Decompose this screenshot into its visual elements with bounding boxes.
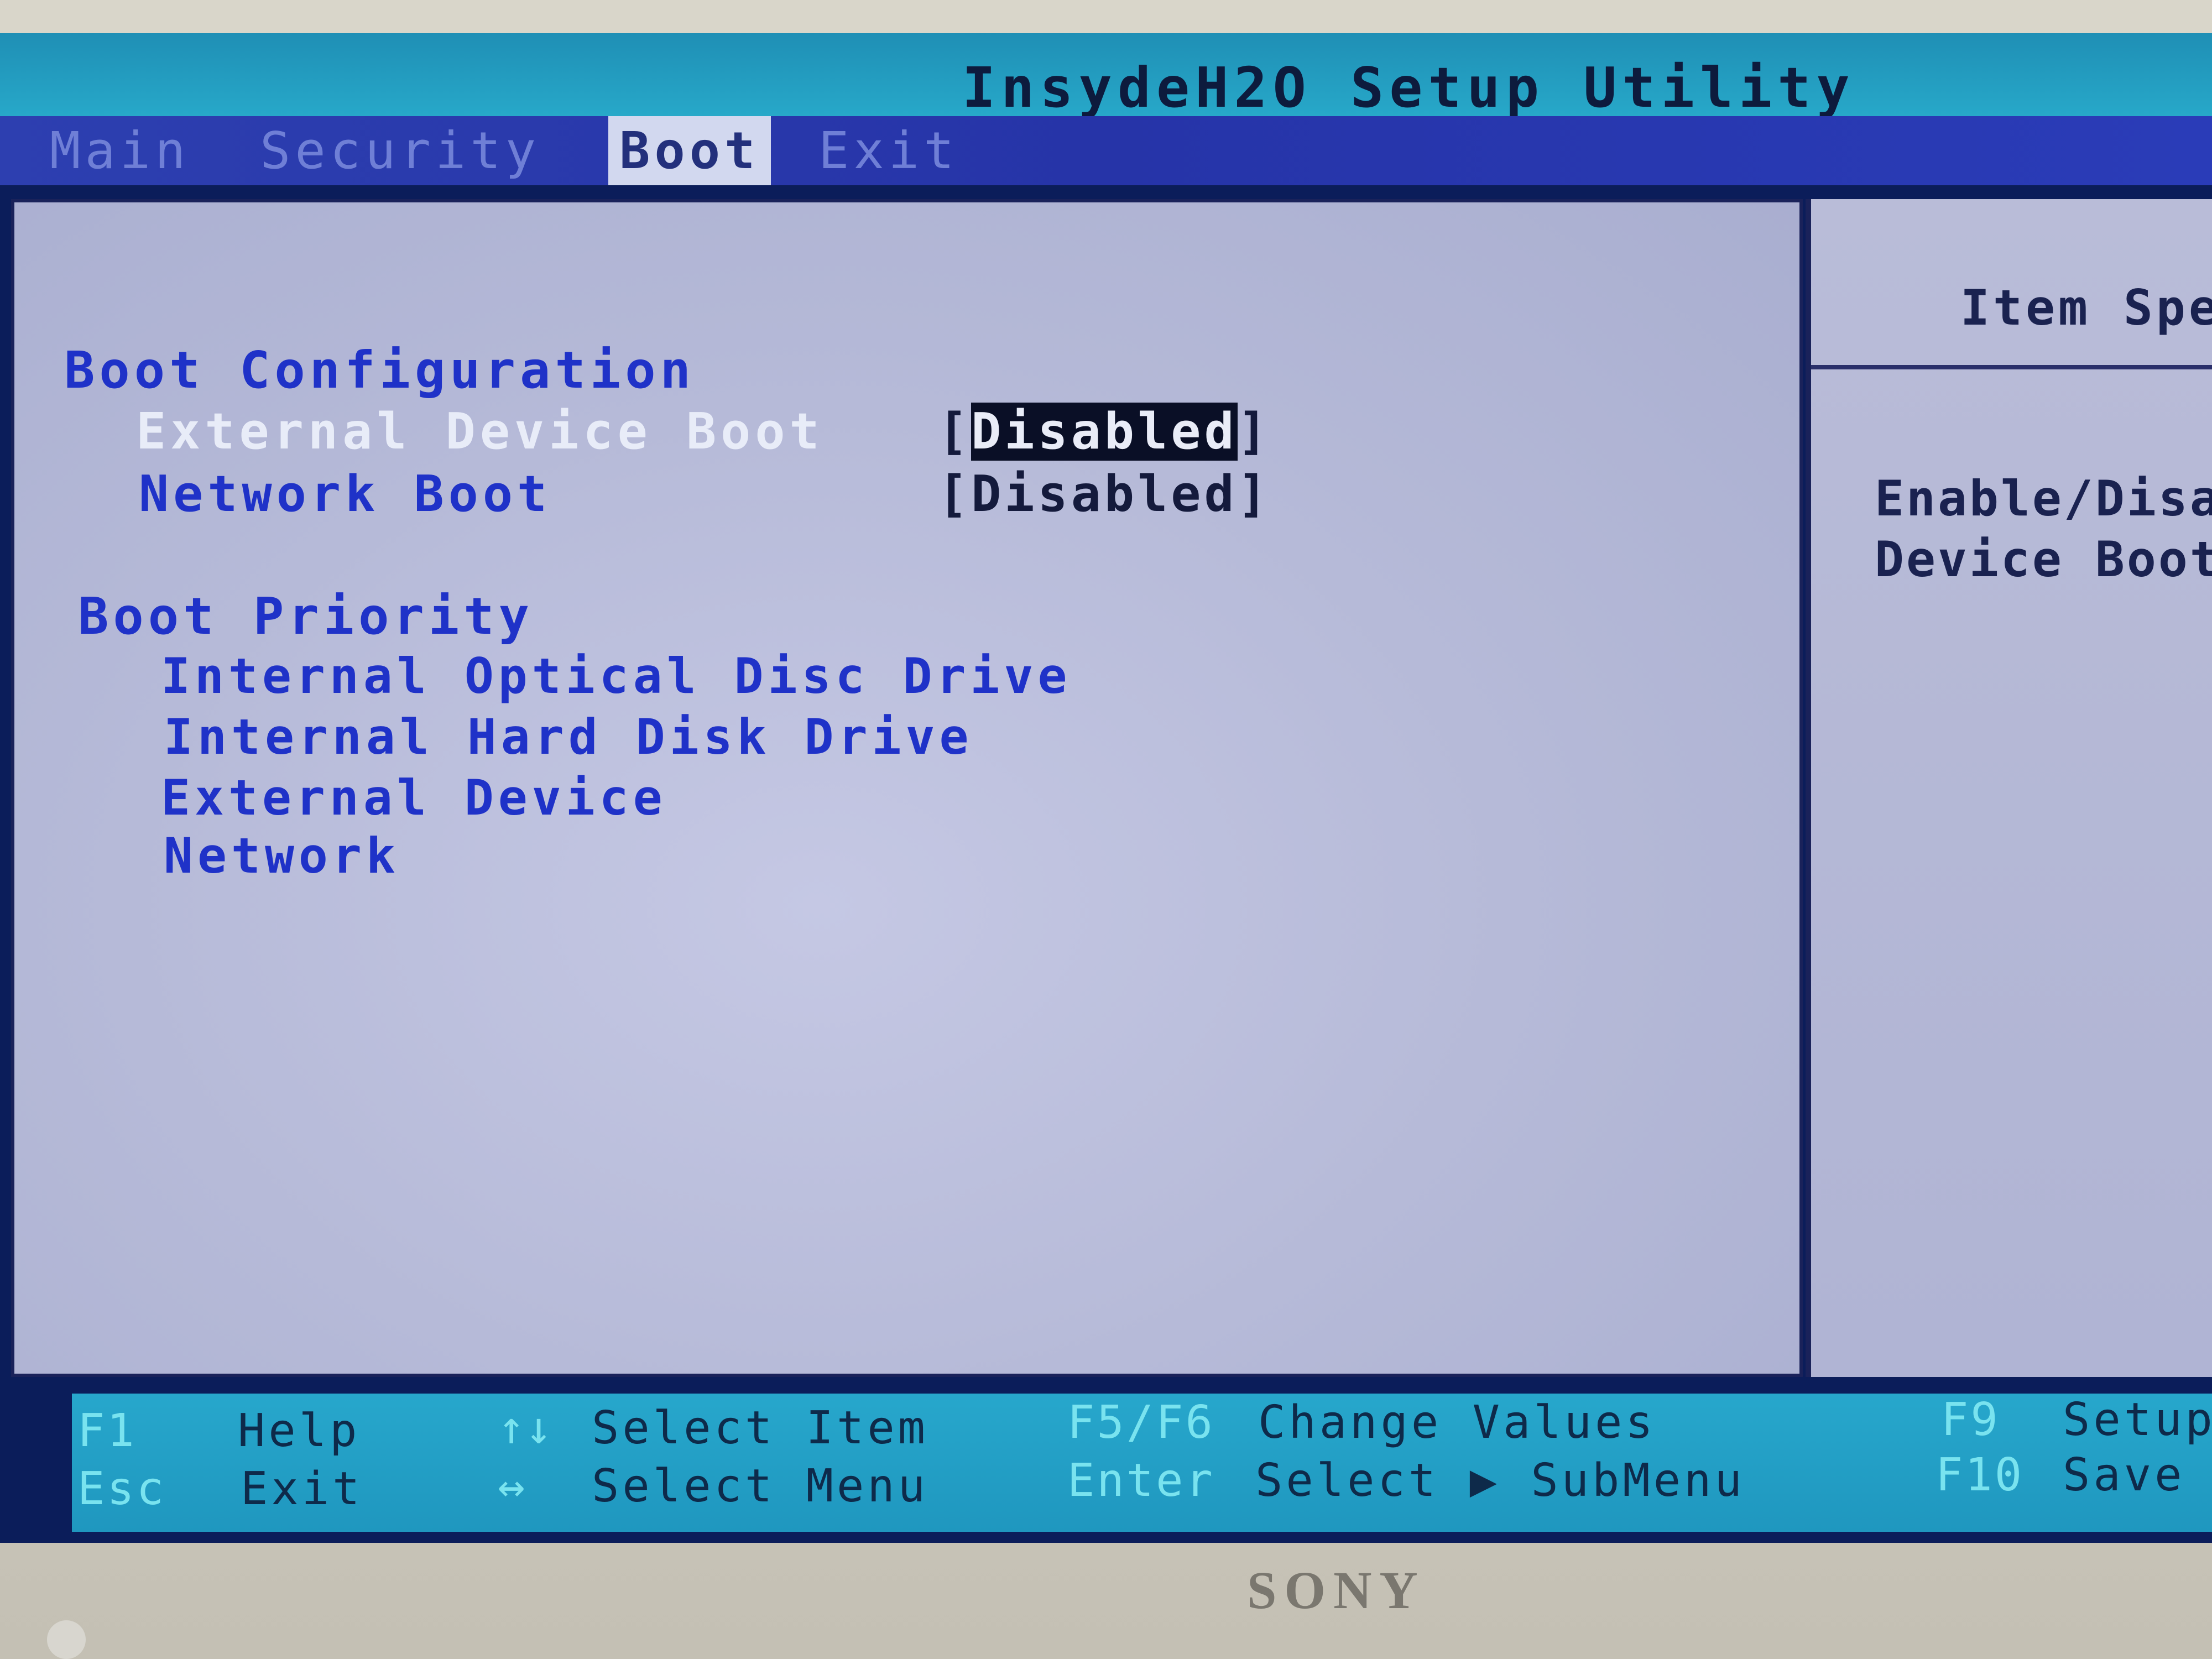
- boot-priority-item[interactable]: Internal Optical Disc Drive: [161, 648, 1071, 705]
- item-specific-help-panel: Item Spe Enable/Disa Device Boot: [1806, 199, 2212, 1377]
- network-boot-value-text: Disabled: [971, 465, 1238, 523]
- network-boot-value[interactable]: [Disabled]: [938, 465, 1271, 523]
- boot-priority-item[interactable]: Network: [164, 827, 400, 884]
- power-led: [47, 1620, 86, 1659]
- network-boot-label[interactable]: Network Boot: [139, 465, 551, 523]
- f5-f6-key: F5/F6: [1067, 1396, 1215, 1449]
- tab-exit[interactable]: Exit: [807, 116, 970, 185]
- f9-description: Setup: [2063, 1394, 2212, 1446]
- app-title: InsydeH2O Setup Utility: [962, 55, 1855, 120]
- help-panel-divider: [1811, 365, 2212, 369]
- enter-description: Select ▶ SubMenu: [1255, 1454, 1745, 1507]
- f10-description: Save: [2063, 1449, 2185, 1501]
- esc-description: Exit: [241, 1463, 363, 1515]
- help-text-line: Device Boot: [1875, 531, 2212, 588]
- left-right-arrows-icon: ↔: [498, 1460, 525, 1512]
- f9-key: F9: [1941, 1394, 2000, 1446]
- f1-description: Help: [238, 1405, 361, 1457]
- tab-boot[interactable]: Boot: [608, 116, 771, 185]
- boot-configuration-heading: Boot Configuration: [64, 341, 695, 400]
- up-down-arrows-icon: ↑↓: [498, 1402, 552, 1454]
- select-menu-description: Select Menu: [592, 1460, 929, 1512]
- tab-security[interactable]: Security: [249, 116, 551, 185]
- enter-key: Enter: [1067, 1454, 1215, 1507]
- external-device-boot-value[interactable]: [Disabled]: [938, 403, 1271, 461]
- boot-priority-item[interactable]: External Device: [161, 769, 667, 826]
- help-text-line: Enable/Disa: [1875, 470, 2212, 527]
- select-item-description: Select Item: [592, 1402, 929, 1454]
- change-values-description: Change Values: [1258, 1396, 1656, 1449]
- boot-priority-heading: Boot Priority: [78, 587, 534, 646]
- key-help-footer: F1 Help Esc Exit ↑↓ Select Item ↔ Select…: [72, 1394, 2212, 1532]
- esc-key: Esc: [77, 1463, 166, 1515]
- sony-logo: SONY: [1247, 1561, 1426, 1620]
- title-bar: InsydeH2O Setup Utility: [0, 33, 2212, 120]
- external-device-boot-value-text: Disabled: [971, 403, 1238, 461]
- menu-bar: Main Security Boot Exit: [0, 116, 2212, 185]
- main-panel: Boot Configuration External Device Boot …: [11, 199, 1803, 1377]
- external-device-boot-label[interactable]: External Device Boot: [136, 403, 824, 461]
- f1-key: F1: [77, 1405, 137, 1457]
- bios-screen: InsydeH2O Setup Utility Main Security Bo…: [0, 33, 2212, 1543]
- boot-priority-item[interactable]: Internal Hard Disk Drive: [164, 708, 973, 765]
- f10-key: F10: [1936, 1449, 2025, 1501]
- tab-main[interactable]: Main: [39, 116, 201, 185]
- help-panel-title: Item Spe: [1960, 279, 2212, 336]
